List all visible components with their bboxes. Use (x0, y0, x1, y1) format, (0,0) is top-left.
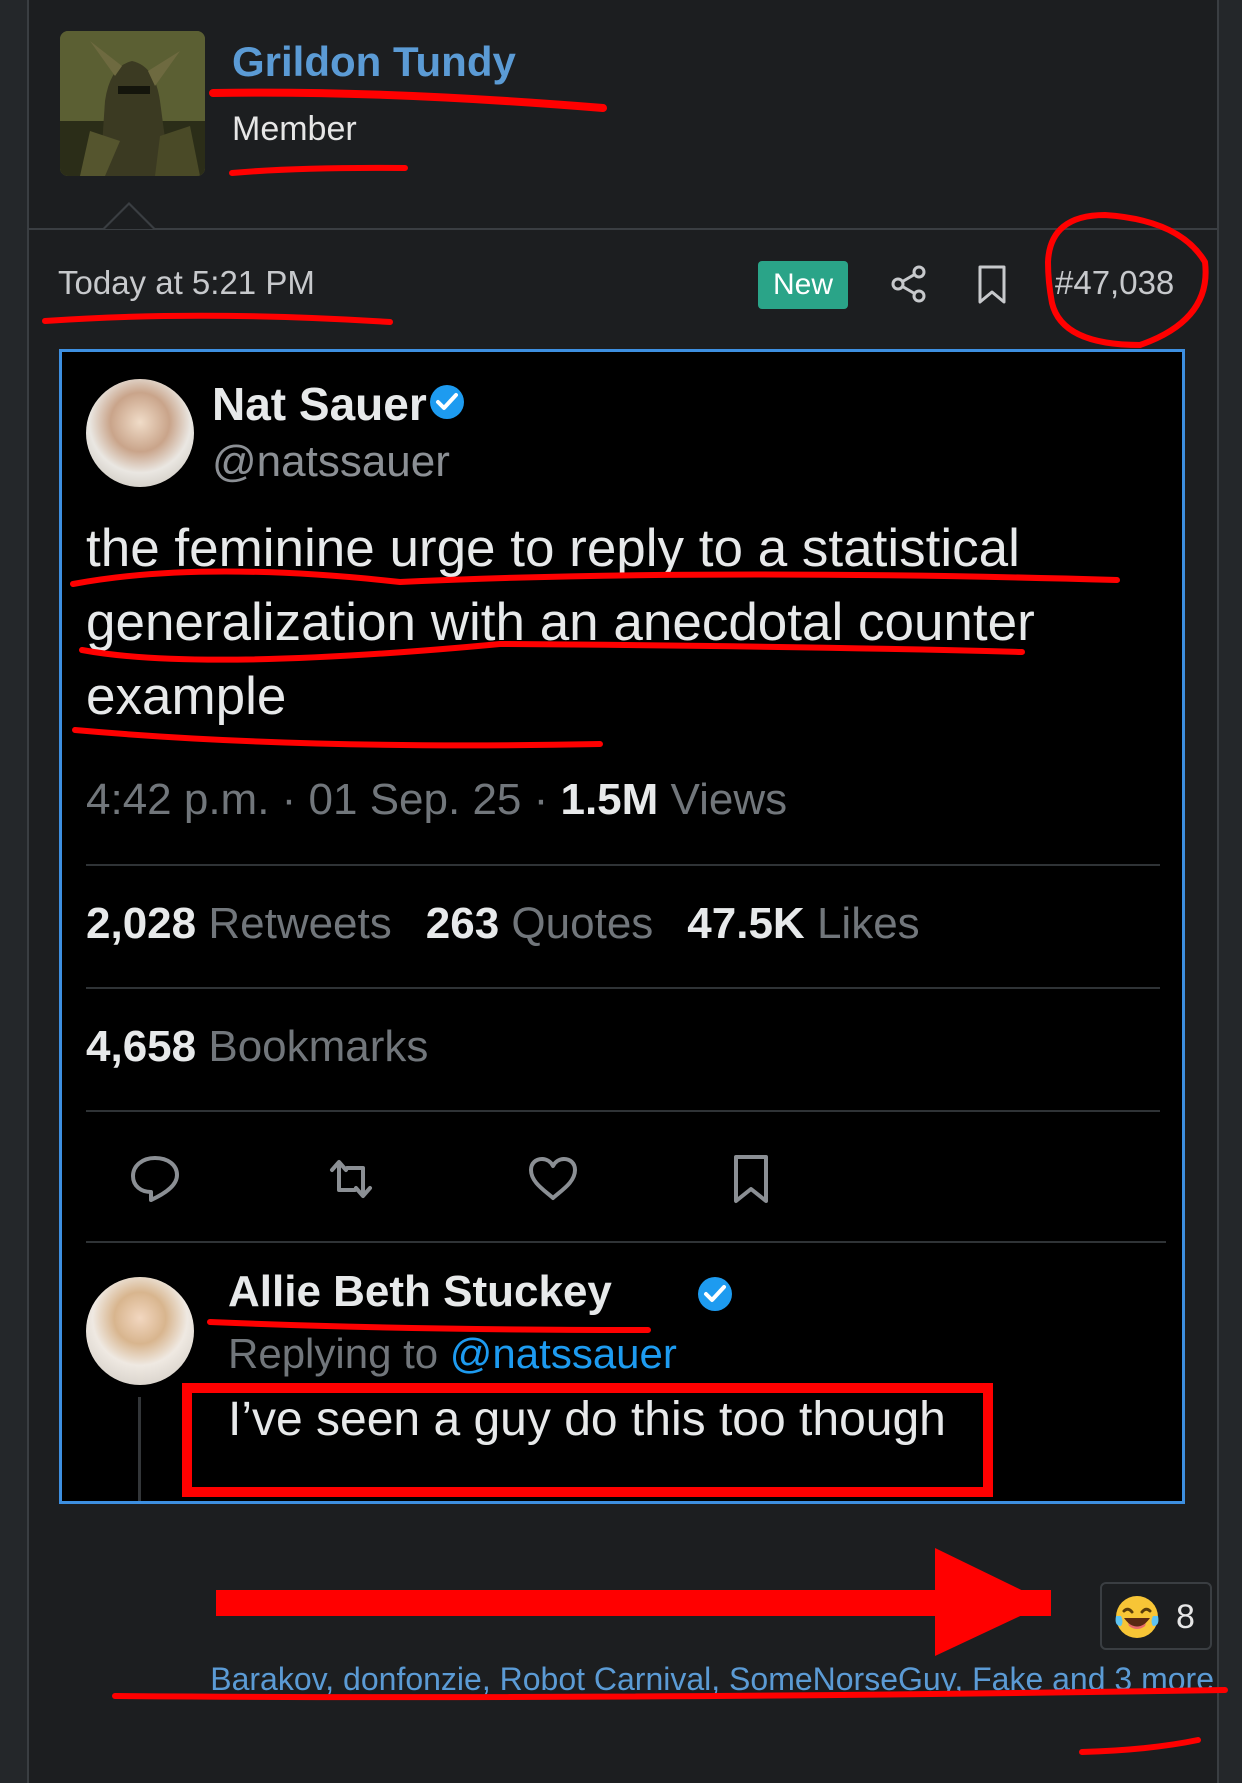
retweets-label: Retweets (208, 899, 392, 948)
replying-mention: @natssauer (449, 1330, 677, 1377)
author-avatar[interactable] (60, 31, 205, 176)
reactors-link[interactable]: Barakov, donfonzie, Robot Carnival, Some… (210, 1661, 1214, 1697)
tweet-divider (86, 1241, 1166, 1243)
tweet-divider (86, 1110, 1160, 1112)
likes-count: 47.5K (687, 899, 805, 948)
retweets-count: 2,028 (86, 899, 197, 948)
likes-label: Likes (816, 899, 920, 948)
bookmark-button[interactable] (974, 264, 1010, 306)
bookmark-icon (978, 265, 1006, 304)
post-timestamp[interactable]: Today at 5:21 PM (58, 264, 315, 302)
knight-avatar-image (60, 31, 205, 176)
bookmarks-count: 4,658 (86, 1022, 197, 1071)
tweet-time: 4:42 p.m. · 01 Sep. 25 · (86, 775, 561, 824)
like-icon (529, 1157, 577, 1200)
replying-to-line: Replying to @natssauer (228, 1330, 677, 1378)
tweet-author-name: Nat Sauer (212, 378, 427, 430)
header-notch-inner (105, 205, 153, 229)
author-name-link[interactable]: Grildon Tundy (232, 38, 516, 86)
post-header: Grildon Tundy Member (29, 0, 1217, 230)
tweet-meta: 4:42 p.m. · 01 Sep. 25 · 1.5M Views (86, 775, 787, 825)
tweet-author-avatar (86, 379, 194, 487)
reply-icon (131, 1156, 179, 1202)
tweet-bookmarks-row: 4,658 Bookmarks (86, 1022, 428, 1072)
author-title: Member (232, 110, 357, 148)
thread-line (138, 1397, 141, 1501)
tweet-author-handle: @natssauer (212, 437, 450, 486)
post-number-link[interactable]: #47,038 (1055, 264, 1174, 302)
bookmarks-label: Bookmarks (208, 1022, 429, 1071)
share-button[interactable] (889, 264, 929, 304)
tweet-divider (86, 864, 1160, 866)
replying-prefix: Replying to (228, 1330, 450, 1377)
new-badge: New (758, 261, 848, 309)
tweet-screenshot[interactable]: Nat Sauer @natssauer the feminine urge t… (59, 349, 1185, 1504)
tweet-views-label: Views (658, 775, 788, 824)
reply-text: I’ve seen a guy do this too though (228, 1393, 946, 1446)
reaction-summary-button[interactable]: 8 (1100, 1582, 1212, 1650)
tweet-stats-row: 2,028 Retweets 263 Quotes 47.5K Likes (86, 899, 920, 949)
header-divider (29, 228, 1217, 230)
quotes-count: 263 (425, 899, 500, 948)
reaction-count: 8 (1176, 1598, 1195, 1636)
forum-post: Grildon Tundy Member Today at 5:21 PM Ne… (27, 0, 1219, 1783)
tweet-views-count: 1.5M (560, 775, 659, 824)
retweet-icon (330, 1160, 372, 1198)
tweet-text: the feminine urge to reply to a statisti… (86, 519, 1035, 726)
reply-author-name: Allie Beth Stuckey (228, 1267, 612, 1316)
quotes-label: Quotes (511, 899, 654, 948)
reactors-list: Barakov, donfonzie, Robot Carnival, Some… (129, 1655, 1214, 1703)
tweet-bookmark-icon (734, 1155, 768, 1203)
tweet-divider (86, 987, 1160, 989)
laughing-with-tears-icon (1115, 1596, 1159, 1638)
share-icon (891, 265, 926, 303)
reply-author-avatar (86, 1277, 194, 1385)
verified-badge-icon (698, 1277, 732, 1311)
verified-badge-icon (430, 385, 464, 419)
